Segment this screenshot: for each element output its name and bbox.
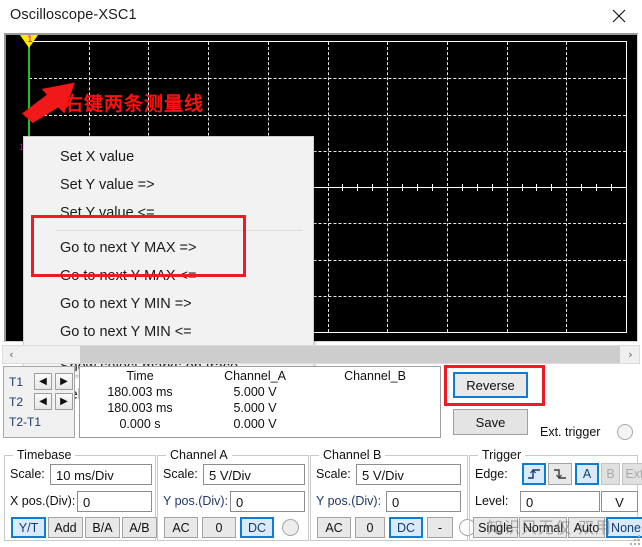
save-button[interactable]: Save bbox=[453, 409, 528, 435]
channel-b-scale-input[interactable]: 5 V/Div bbox=[356, 464, 461, 485]
channel-a-scale-input[interactable]: 5 V/Div bbox=[203, 464, 305, 485]
readout-t1-channel-b bbox=[310, 384, 440, 400]
timebase-scale-label: Scale: bbox=[10, 467, 45, 481]
channel-a-coupling-ac-button[interactable]: AC bbox=[164, 517, 198, 538]
cursor-controls: T1 ◀ ▶ T2 ◀ ▶ T2-T1 bbox=[3, 366, 75, 438]
cursor-t1-label: T1 bbox=[9, 374, 24, 389]
channel-b-ypos-label: Y pos.(Div): bbox=[316, 494, 382, 508]
ext-trigger-led[interactable] bbox=[617, 424, 633, 440]
trigger-panel: Trigger Edge: A B Ext Level: 0 V Single … bbox=[469, 448, 642, 541]
cursor-t1-left-button[interactable]: ◀ bbox=[34, 373, 52, 390]
cursor-t2-row: T2 ◀ ▶ bbox=[9, 393, 73, 410]
resize-grip[interactable] bbox=[628, 533, 640, 545]
falling-edge-icon bbox=[553, 469, 566, 479]
channel-a-ypos-input[interactable]: 0 bbox=[230, 491, 305, 512]
channel-a-coupling-gnd-button[interactable]: 0 bbox=[202, 517, 236, 538]
scope-display[interactable]: 1 1 右键两条测量线 Set X value Set Y value => S… bbox=[4, 33, 638, 403]
cursor-t2-right-button[interactable]: ▶ bbox=[55, 393, 73, 410]
ext-trigger-label: Ext. trigger bbox=[540, 425, 601, 439]
readout-t2-channel-b bbox=[310, 400, 440, 416]
menu-item-next-y-max-forward[interactable]: Go to next Y MAX => bbox=[24, 234, 313, 262]
channel-a-coupling-dc-button[interactable]: DC bbox=[240, 517, 274, 538]
scroll-right-icon[interactable]: › bbox=[622, 346, 639, 363]
readout-header-channel-b: Channel_B bbox=[344, 369, 406, 383]
table-row: 180.003 ms 5.000 V bbox=[80, 400, 440, 416]
readout-delta-channel-a: 0.000 V bbox=[233, 417, 277, 431]
channel-a-ypos-label: Y pos.(Div): bbox=[163, 494, 229, 508]
trigger-mode-single-button[interactable]: Single bbox=[473, 517, 518, 538]
table-row: 180.003 ms 5.000 V bbox=[80, 384, 440, 400]
cursor-delta-label: T2-T1 bbox=[9, 415, 42, 429]
trigger-level-input[interactable]: 0 bbox=[520, 491, 600, 512]
trigger-edge-falling-button[interactable] bbox=[548, 463, 572, 485]
title-bar: Oscilloscope-XSC1 bbox=[0, 0, 642, 32]
cursor-flag-1-label: 1 bbox=[27, 35, 33, 45]
timebase-xpos-label: X pos.(Div): bbox=[10, 494, 76, 508]
trigger-level-label: Level: bbox=[475, 494, 509, 508]
timebase-xpos-input[interactable]: 0 bbox=[77, 491, 152, 512]
trigger-mode-normal-button[interactable]: Normal bbox=[519, 517, 567, 538]
menu-item-set-y-value-next[interactable]: Set Y value => bbox=[24, 171, 313, 199]
timebase-mode-add-button[interactable]: Add bbox=[48, 517, 83, 538]
readout-t1-channel-a: 5.000 V bbox=[233, 385, 277, 399]
channel-a-panel: Channel A Scale: 5 V/Div Y pos.(Div): 0 … bbox=[157, 448, 309, 541]
cursor-t1-row: T1 ◀ ▶ bbox=[9, 373, 73, 390]
rising-edge-icon bbox=[527, 469, 540, 479]
timebase-panel: Timebase Scale: 10 ms/Div X pos.(Div): 0… bbox=[4, 448, 157, 541]
channel-a-title: Channel A bbox=[166, 448, 232, 462]
trigger-edge-rising-button[interactable] bbox=[522, 463, 546, 485]
channel-b-coupling-ac-button[interactable]: AC bbox=[317, 517, 351, 538]
readout-header-channel-a: Channel_A bbox=[224, 369, 286, 383]
menu-item-next-y-min-backward[interactable]: Go to next Y MIN <= bbox=[24, 318, 313, 346]
close-icon[interactable] bbox=[596, 0, 642, 32]
scroll-left-icon[interactable]: ‹ bbox=[3, 346, 20, 363]
annotation-text: 右键两条测量线 bbox=[64, 93, 205, 115]
readout-header-time: Time bbox=[126, 369, 154, 383]
menu-item-set-y-value-prev[interactable]: Set Y value <= bbox=[24, 199, 313, 227]
timebase-mode-yt-button[interactable]: Y/T bbox=[11, 517, 46, 538]
menu-item-next-y-min-forward[interactable]: Go to next Y MIN => bbox=[24, 290, 313, 318]
timebase-title: Timebase bbox=[13, 448, 76, 462]
trigger-mode-auto-button[interactable]: Auto bbox=[568, 517, 605, 538]
channel-b-coupling-gnd-button[interactable]: 0 bbox=[355, 517, 385, 538]
readout-t2-time: 180.003 ms bbox=[107, 401, 173, 415]
readout-table: Time Channel_A Channel_B 180.003 ms 5.00… bbox=[79, 366, 441, 438]
cursor-t1-right-button[interactable]: ▶ bbox=[55, 373, 73, 390]
trigger-title: Trigger bbox=[478, 448, 526, 462]
menu-item-next-y-max-backward[interactable]: Go to next Y MAX <= bbox=[24, 262, 313, 290]
trigger-source-b-button[interactable]: B bbox=[601, 463, 620, 485]
readout-t2-channel-a: 5.000 V bbox=[233, 401, 277, 415]
menu-item-set-x-value[interactable]: Set X value bbox=[24, 143, 313, 171]
scrollbar-track[interactable] bbox=[20, 346, 622, 363]
trigger-source-ext-button[interactable]: Ext bbox=[622, 463, 642, 485]
window-title: Oscilloscope-XSC1 bbox=[10, 7, 137, 23]
cursor-t2-label: T2 bbox=[9, 394, 24, 409]
trigger-edge-label: Edge: bbox=[475, 467, 508, 481]
readout-delta-time: 0.000 s bbox=[119, 417, 161, 431]
cursor-t2-left-button[interactable]: ◀ bbox=[34, 393, 52, 410]
channel-b-panel: Channel B Scale: 5 V/Div Y pos.(Div): 0 … bbox=[310, 448, 476, 541]
channel-a-scale-label: Scale: bbox=[163, 467, 198, 481]
channel-b-coupling-dc-button[interactable]: DC bbox=[389, 517, 423, 538]
channel-b-ypos-input[interactable]: 0 bbox=[386, 491, 461, 512]
timebase-mode-ab-button[interactable]: A/B bbox=[122, 517, 157, 538]
scrollbar-thumb[interactable] bbox=[80, 346, 620, 363]
trigger-level-unit-select[interactable]: V bbox=[601, 491, 638, 512]
channel-a-led[interactable] bbox=[282, 519, 299, 536]
context-menu[interactable]: Set X value Set Y value => Set Y value <… bbox=[23, 136, 314, 403]
channel-b-invert-button[interactable]: - bbox=[427, 517, 453, 538]
timebase-scale-input[interactable]: 10 ms/Div bbox=[50, 464, 152, 485]
readout-t1-time: 180.003 ms bbox=[107, 385, 173, 399]
timebase-mode-ba-button[interactable]: B/A bbox=[85, 517, 120, 538]
table-row: 0.000 s 0.000 V bbox=[80, 416, 440, 432]
channel-b-title: Channel B bbox=[319, 448, 386, 462]
horizontal-scrollbar[interactable]: ‹ › bbox=[2, 345, 640, 364]
readout-delta-channel-b bbox=[310, 416, 440, 432]
menu-separator bbox=[56, 230, 303, 231]
channel-b-scale-label: Scale: bbox=[316, 467, 351, 481]
oscilloscope-window: Oscilloscope-XSC1 1 1 右键两条测量线 Set X valu… bbox=[0, 0, 642, 547]
trigger-source-a-button[interactable]: A bbox=[575, 463, 599, 485]
readout-header-row: Time Channel_A Channel_B bbox=[80, 367, 440, 384]
reverse-button[interactable]: Reverse bbox=[453, 372, 528, 398]
